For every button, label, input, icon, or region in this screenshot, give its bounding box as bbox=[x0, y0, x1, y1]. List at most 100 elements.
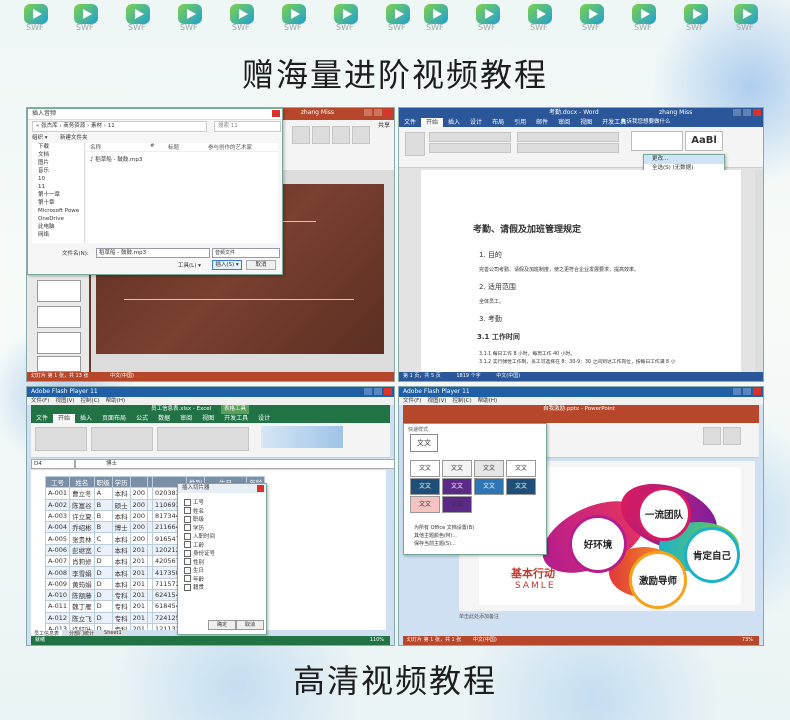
table-cell[interactable]: 201 bbox=[129, 555, 148, 568]
table-cell[interactable]: A-003 bbox=[44, 509, 71, 523]
slicer-field-checkbox[interactable]: 工号 bbox=[184, 498, 215, 507]
ribbon-tab[interactable]: 文件 bbox=[31, 414, 53, 423]
checkbox-icon[interactable] bbox=[184, 524, 191, 532]
table-cell[interactable]: 201 bbox=[129, 566, 148, 579]
table-cell[interactable]: 专科 bbox=[111, 600, 131, 613]
table-cell[interactable]: D bbox=[93, 555, 113, 568]
table-cell[interactable]: D bbox=[93, 566, 113, 579]
context-menu-item[interactable]: 更改... bbox=[644, 155, 724, 164]
font-format-group[interactable] bbox=[429, 143, 511, 153]
nav-item[interactable]: 图片 bbox=[32, 159, 84, 167]
tell-me-search[interactable]: 告诉我您想要做什么 bbox=[621, 118, 671, 127]
table-cell[interactable]: 201 bbox=[129, 588, 148, 602]
ribbon-tab[interactable]: 插入 bbox=[443, 118, 465, 127]
ribbon-tab[interactable]: 布局 bbox=[487, 118, 509, 127]
dialog-close-icon[interactable] bbox=[272, 110, 280, 117]
table-cell[interactable]: 本科 bbox=[111, 509, 131, 523]
nav-item[interactable]: Microsoft Powe bbox=[32, 207, 84, 215]
table-cell[interactable]: D bbox=[93, 611, 113, 624]
slide-thumbnail[interactable] bbox=[37, 332, 81, 354]
column-header[interactable]: 工号 bbox=[44, 475, 71, 489]
paragraph-group[interactable] bbox=[517, 143, 619, 153]
flash-menu-item[interactable]: 控制(C) bbox=[81, 397, 100, 405]
table-cell[interactable]: 200 bbox=[129, 521, 148, 534]
table-cell[interactable]: 本科 bbox=[111, 532, 131, 545]
ribbon-tab[interactable]: 页面布局 bbox=[97, 414, 131, 423]
close-icon[interactable] bbox=[384, 109, 392, 116]
gallery-swatch[interactable]: 文文 bbox=[506, 478, 536, 495]
organize-button[interactable]: 组织 ▾ bbox=[32, 133, 48, 141]
new-folder-button[interactable]: 新建文件夹 bbox=[60, 133, 88, 141]
table-cell[interactable]: 200 bbox=[129, 487, 148, 500]
ribbon-tab[interactable]: 文件 bbox=[399, 118, 421, 127]
slicer-field-checkbox[interactable]: 年龄 bbox=[184, 575, 215, 584]
slicer-field-checkbox[interactable]: 职级 bbox=[184, 515, 215, 524]
table-cell[interactable]: 201 bbox=[129, 543, 148, 557]
nav-item[interactable]: 此电脑 bbox=[32, 223, 84, 231]
file-item[interactable]: ♪ 稻草船 - 鼓鼓.mp3 bbox=[86, 155, 278, 163]
table-cell[interactable]: A-011 bbox=[44, 600, 71, 613]
table-cell[interactable]: A-010 bbox=[44, 588, 71, 602]
flash-menu-item[interactable]: 文件(F) bbox=[31, 397, 49, 405]
ribbon-tab[interactable]: 视图 bbox=[197, 414, 219, 423]
swf-file-icon[interactable]: SWF bbox=[628, 2, 664, 32]
ribbon-tab[interactable]: 引用 bbox=[509, 118, 531, 127]
swf-file-icon[interactable]: SWF bbox=[70, 2, 106, 32]
table-cell[interactable]: 200 bbox=[129, 498, 148, 511]
font-select[interactable] bbox=[429, 132, 511, 142]
gallery-swatch[interactable]: 文文 bbox=[410, 434, 438, 452]
tools-button[interactable]: 工具(L) ▾ bbox=[178, 261, 201, 269]
table-cell[interactable]: A-006 bbox=[44, 543, 71, 557]
ribbon-tab[interactable]: 数据 bbox=[153, 414, 175, 423]
cancel-button[interactable]: 取消 bbox=[236, 620, 264, 630]
notes-pane[interactable]: 单击此处添加备注 bbox=[459, 613, 499, 620]
nav-item[interactable]: 第十章 bbox=[32, 199, 84, 207]
table-cell[interactable]: A-001 bbox=[44, 487, 71, 500]
table-cell[interactable]: 黄筠娟 bbox=[69, 577, 95, 590]
table-cell[interactable]: 硕士 bbox=[111, 498, 131, 511]
close-icon[interactable] bbox=[384, 388, 392, 395]
paste-icon[interactable] bbox=[405, 132, 425, 156]
table-cell[interactable]: 陈额藤 bbox=[69, 588, 95, 602]
table-cell[interactable]: D bbox=[93, 600, 113, 613]
nav-item[interactable]: 10 bbox=[32, 175, 84, 183]
gallery-swatch[interactable]: 文文 bbox=[474, 460, 504, 477]
ribbon-tool-icon[interactable] bbox=[352, 126, 370, 144]
table-cell[interactable]: 魏丁雁 bbox=[69, 600, 95, 613]
share-button[interactable]: 共享 bbox=[378, 120, 390, 129]
checkbox-icon[interactable] bbox=[184, 549, 191, 557]
style-heading[interactable]: AaBl bbox=[685, 131, 723, 151]
close-icon[interactable] bbox=[753, 388, 761, 395]
checkbox-icon[interactable] bbox=[184, 515, 191, 523]
swf-file-icon[interactable]: SWF bbox=[420, 2, 456, 32]
table-cell[interactable]: 张贵林 bbox=[69, 532, 95, 545]
gallery-swatch[interactable]: 文文 bbox=[506, 460, 536, 477]
zoom-level[interactable]: 73% bbox=[742, 636, 753, 645]
ribbon-tab[interactable]: 开始 bbox=[421, 118, 444, 127]
table-cell[interactable]: B bbox=[93, 498, 113, 511]
vertical-scrollbar[interactable] bbox=[755, 170, 763, 372]
name-box[interactable]: D4 bbox=[31, 459, 75, 469]
table-cell[interactable]: A-004 bbox=[44, 521, 71, 534]
column-header[interactable]: 职级 bbox=[93, 475, 113, 489]
checkbox-icon[interactable] bbox=[184, 532, 191, 540]
slide-thumbnail[interactable] bbox=[37, 356, 81, 372]
swf-file-icon[interactable]: SWF bbox=[576, 2, 612, 32]
flash-menu-item[interactable]: 帮助(H) bbox=[478, 397, 497, 405]
gallery-swatch[interactable]: 文文 bbox=[410, 478, 440, 495]
swf-file-icon[interactable]: SWF bbox=[680, 2, 716, 32]
gallery-swatch[interactable]: 文文 bbox=[410, 460, 440, 477]
table-cell[interactable]: 本科 bbox=[111, 543, 131, 557]
style-normal[interactable] bbox=[631, 131, 683, 151]
zoom-level[interactable]: 110% bbox=[370, 636, 384, 645]
swf-file-icon[interactable]: SWF bbox=[226, 2, 262, 32]
ribbon-group[interactable] bbox=[35, 427, 87, 451]
formula-bar[interactable]: 博士 bbox=[75, 459, 394, 469]
slicer-field-checkbox[interactable]: 籍贯 bbox=[184, 583, 215, 592]
paragraph-group[interactable] bbox=[517, 132, 619, 142]
ribbon-tab[interactable]: 插入 bbox=[75, 414, 97, 423]
ribbon-tab[interactable]: 审阅 bbox=[553, 118, 575, 127]
table-cell[interactable]: 本科 bbox=[111, 487, 131, 500]
table-cell[interactable]: A-009 bbox=[44, 577, 71, 590]
address-bar[interactable]: « 张杰库 › 商务资源 › 素材 › 11 bbox=[32, 121, 207, 132]
